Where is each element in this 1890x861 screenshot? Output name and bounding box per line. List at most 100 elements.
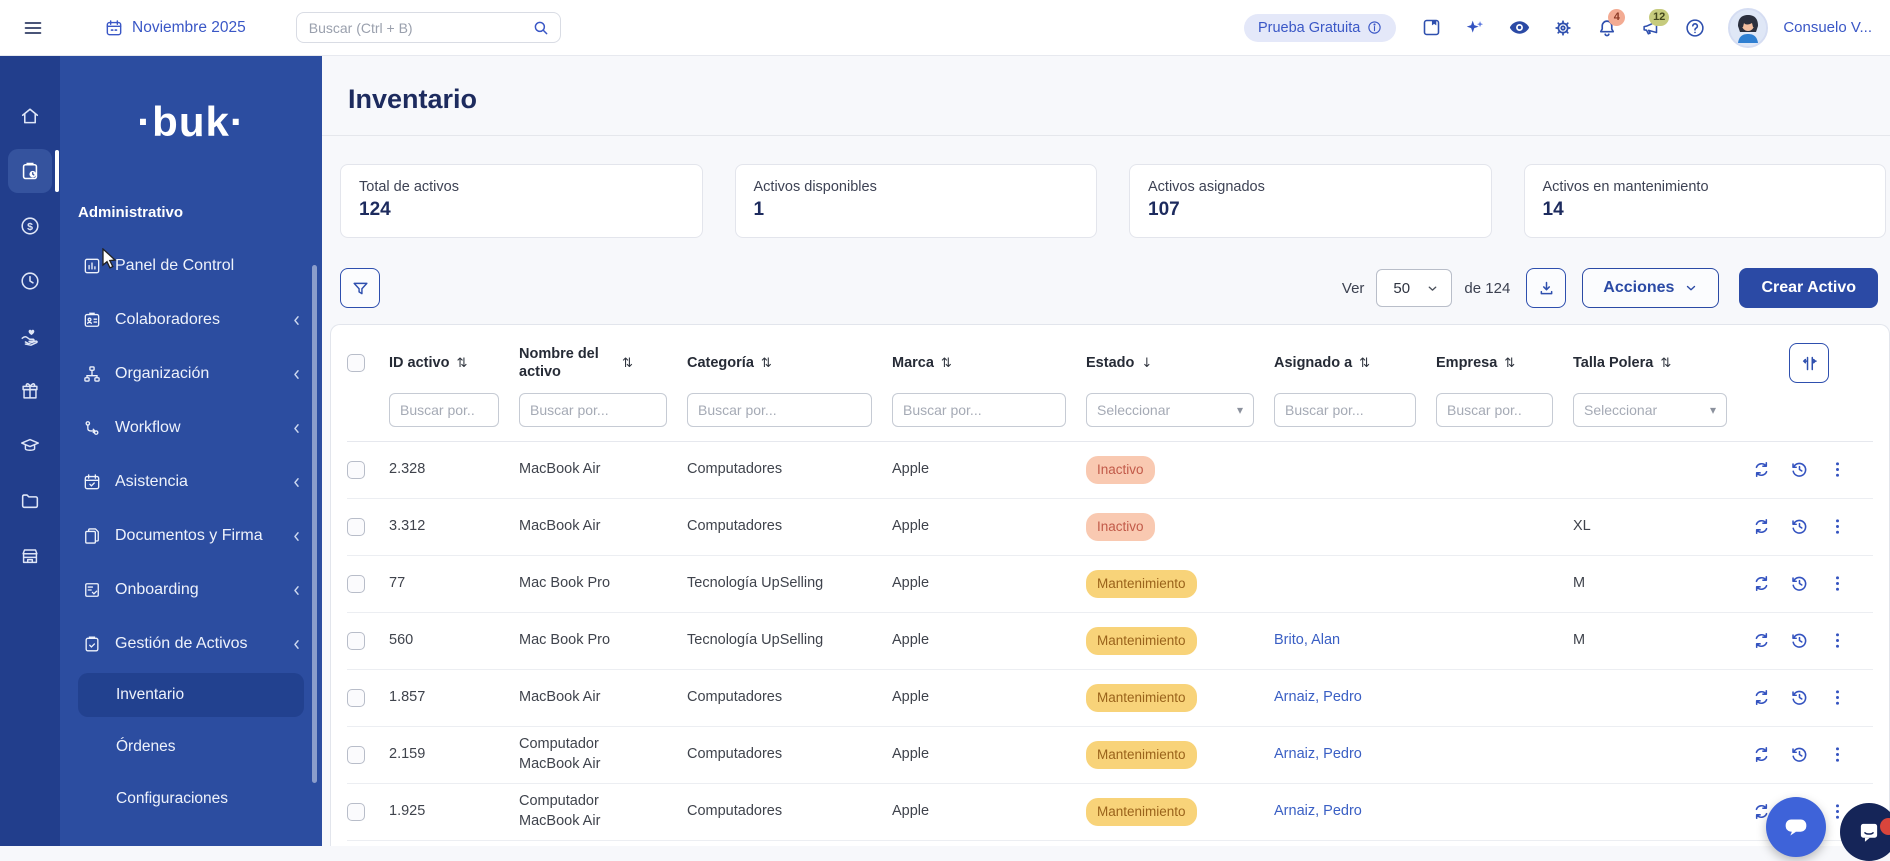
column-header[interactable]: Estado ↓ [1086,345,1274,381]
sync-row-button[interactable] [1751,630,1773,652]
history-row-button[interactable] [1789,573,1811,595]
select-all-checkbox[interactable] [347,354,365,372]
sidebar-item-gestion-de-activos[interactable]: Gestión de Activos [60,617,322,671]
search-input[interactable] [309,20,532,36]
sync-row-button[interactable] [1751,573,1773,595]
sync-row-button[interactable] [1751,687,1773,709]
sort-icon[interactable]: ⇅ [941,356,952,371]
row-checkbox[interactable] [347,746,365,764]
page-size-select[interactable]: 50 [1376,269,1452,307]
chat-bubble-icon [1781,812,1811,842]
sync-row-button[interactable] [1751,744,1773,766]
sidebar-item-onboarding[interactable]: Onboarding [60,563,322,617]
assignee-link[interactable]: Arnaiz, Pedro [1274,689,1362,705]
sidebar-item-asistencia[interactable]: Asistencia [60,455,322,509]
column-filter[interactable]: Buscar por.. [389,393,499,427]
period-selector[interactable]: Noviembre 2025 [104,18,246,38]
sync-row-button[interactable] [1751,459,1773,481]
chat-launcher-button[interactable] [1766,797,1826,857]
sort-icon[interactable]: ⇅ [1359,356,1370,371]
column-header[interactable]: Nombre del activo ⇅ [519,345,687,381]
assignee-link[interactable]: Arnaiz, Pedro [1274,803,1362,819]
search-icon[interactable] [532,19,550,37]
sort-icon[interactable]: ⇅ [761,356,772,371]
row-menu-button[interactable] [1827,516,1849,538]
history-row-button[interactable] [1789,516,1811,538]
column-header[interactable]: ID activo ⇅ [389,345,519,381]
cell-status: Inactivo [1086,456,1274,484]
sort-icon[interactable]: ⇅ [622,356,633,371]
row-checkbox[interactable] [347,803,365,821]
adjust-columns-button[interactable] [1789,343,1829,383]
visibility-button[interactable] [1500,9,1538,47]
column-header[interactable]: Asignado a ⇅ [1274,345,1436,381]
row-menu-button[interactable] [1827,573,1849,595]
row-checkbox[interactable] [347,518,365,536]
rail-company-icon[interactable] [8,534,52,578]
hamburger-menu-icon[interactable] [16,11,50,45]
assignee-link[interactable]: Arnaiz, Pedro [1274,746,1362,762]
row-checkbox[interactable] [347,632,365,650]
history-row-button[interactable] [1789,630,1811,652]
rail-asset-management-icon[interactable] [8,149,52,193]
column-filter[interactable]: Seleccionar [1086,393,1254,427]
row-checkbox[interactable] [347,575,365,593]
assignee-link[interactable]: Brito, Alan [1274,632,1340,648]
rail-time-icon[interactable] [8,259,52,303]
sidebar-item-panel-de-control[interactable]: Panel de Control [60,239,322,293]
column-filter[interactable]: Buscar por... [1274,393,1416,427]
history-row-button[interactable] [1789,459,1811,481]
row-menu-button[interactable] [1827,744,1849,766]
table-row: 1.925 Computador MacBook Air Computadore… [347,784,1873,841]
rail-payroll-icon[interactable]: $ [8,204,52,248]
column-filter[interactable]: Buscar por.. [1436,393,1553,427]
column-filter[interactable]: Buscar por... [519,393,667,427]
row-checkbox[interactable] [347,689,365,707]
history-row-button[interactable] [1789,744,1811,766]
bookmark-button[interactable] [1412,9,1450,47]
row-menu-button[interactable] [1827,630,1849,652]
sidebar-item-documentos-y-firma[interactable]: Documentos y Firma [60,509,322,563]
sidebar-subitem-inventario[interactable]: Inventario [78,673,304,717]
sidebar-item-workflow[interactable]: Workflow [60,401,322,455]
download-button[interactable] [1526,268,1566,308]
global-search[interactable] [296,12,561,43]
row-menu-button[interactable] [1827,687,1849,709]
actions-button[interactable]: Acciones [1582,268,1719,308]
sidebar-subitem-ordenes[interactable]: Órdenes [78,725,304,769]
avatar[interactable] [1728,8,1768,48]
user-name[interactable]: Consuelo V... [1783,19,1872,36]
column-filter[interactable]: Seleccionar [1573,393,1727,427]
column-header[interactable]: Categoría ⇅ [687,345,892,381]
column-filter[interactable]: Buscar por... [687,393,872,427]
notifications-button[interactable]: 4 [1588,9,1626,47]
history-row-button[interactable] [1789,687,1811,709]
rail-rewards-icon[interactable] [8,369,52,413]
column-header[interactable]: Talla Polera ⇅ [1573,345,1747,381]
filter-button[interactable] [340,268,380,308]
rail-benefits-icon[interactable] [8,314,52,358]
column-header[interactable]: Empresa ⇅ [1436,345,1573,381]
create-asset-button[interactable]: Crear Activo [1739,268,1878,308]
sort-icon[interactable]: ⇅ [1660,356,1671,371]
trial-badge[interactable]: Prueba Gratuita [1244,14,1396,42]
ai-assistant-button[interactable] [1456,9,1494,47]
column-header[interactable]: Marca ⇅ [892,345,1086,381]
rail-training-icon[interactable] [8,424,52,468]
help-button[interactable] [1676,9,1714,47]
settings-button[interactable] [1544,9,1582,47]
sync-row-button[interactable] [1751,516,1773,538]
sort-icon[interactable]: ⇅ [456,356,467,371]
sort-icon[interactable]: ⇅ [1504,356,1515,371]
sort-icon[interactable]: ↓ [1141,356,1152,371]
column-filter[interactable]: Buscar por... [892,393,1066,427]
rail-documents-icon[interactable] [8,479,52,523]
sidebar-scrollbar[interactable] [312,265,317,783]
announcements-button[interactable]: 12 [1632,9,1670,47]
row-checkbox[interactable] [347,461,365,479]
row-menu-button[interactable] [1827,459,1849,481]
sidebar-item-colaboradores[interactable]: Colaboradores [60,293,322,347]
rail-home-icon[interactable] [8,94,52,138]
sidebar-item-organizacion[interactable]: Organización [60,347,322,401]
sidebar-subitem-configuraciones[interactable]: Configuraciones [78,777,304,821]
